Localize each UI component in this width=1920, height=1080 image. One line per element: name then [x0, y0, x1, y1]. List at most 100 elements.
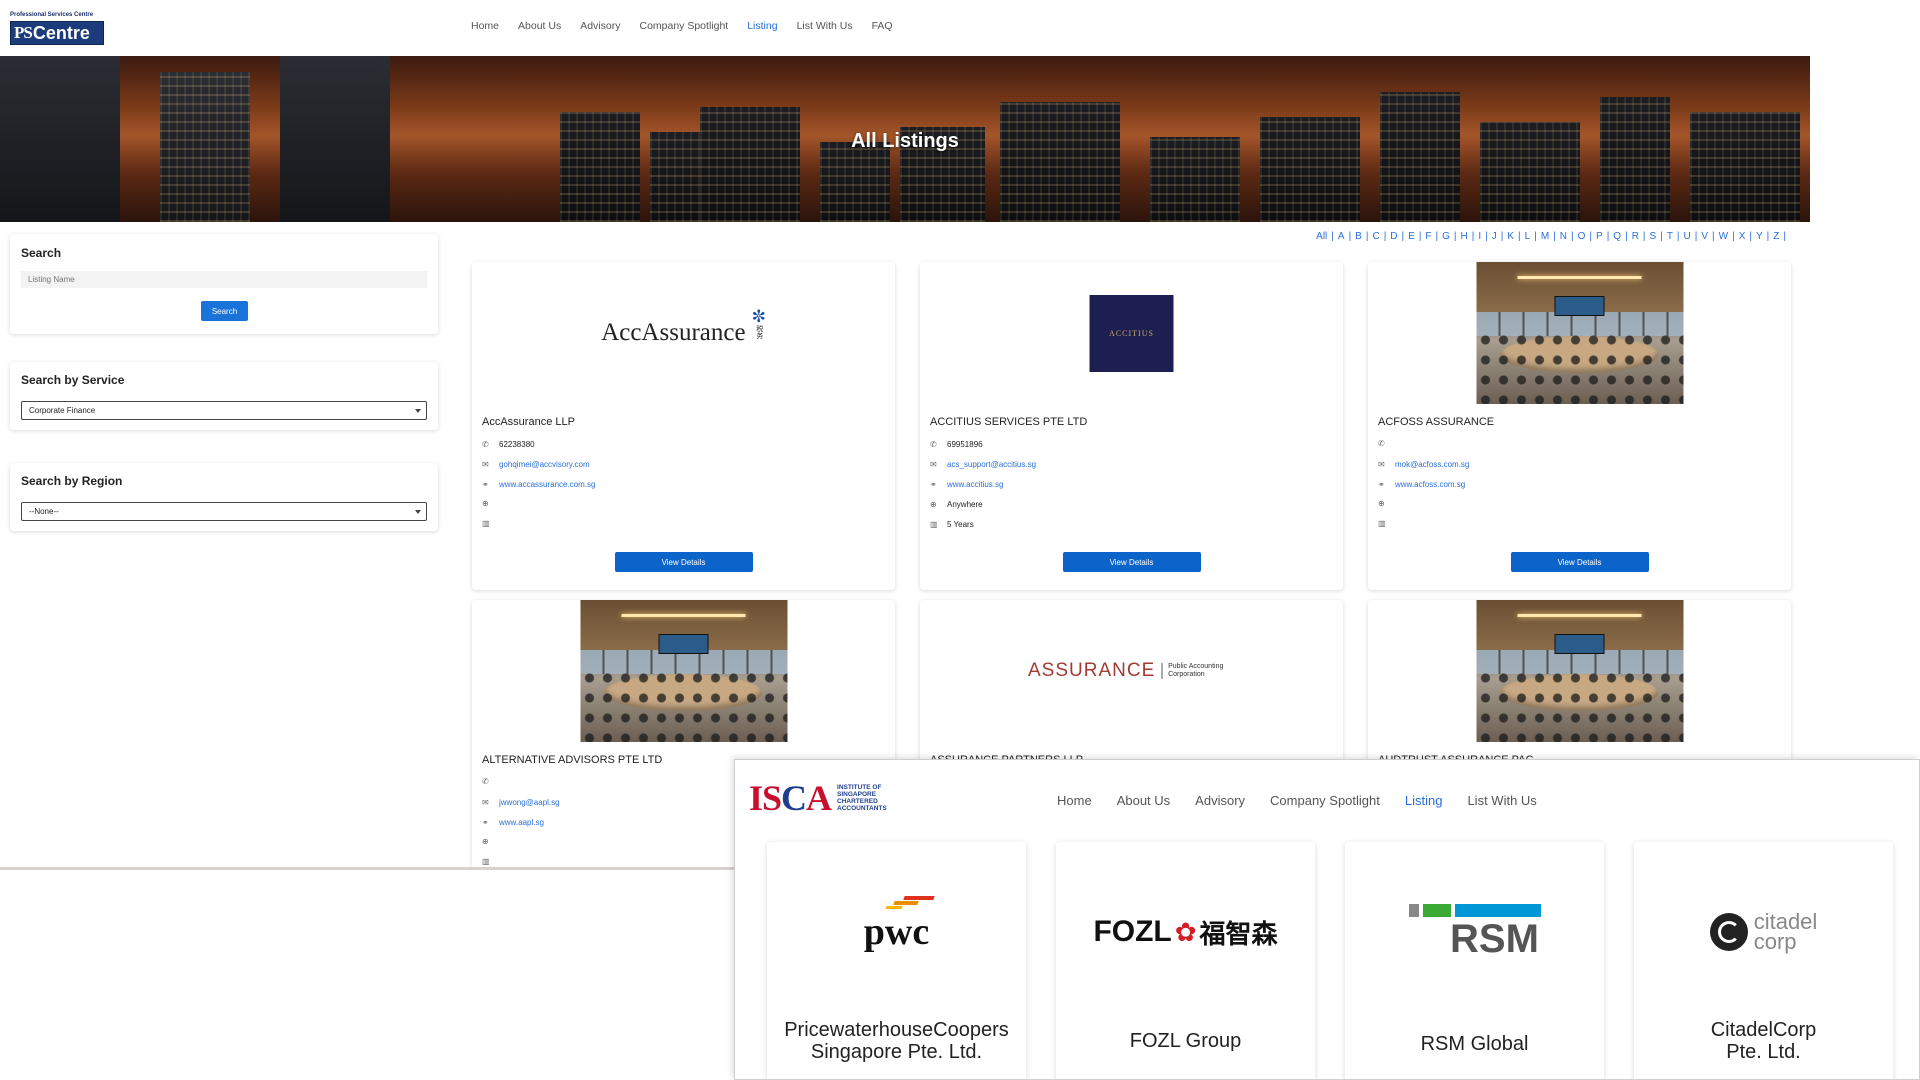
link-icon: ⚭ [930, 479, 937, 489]
nav-advisory[interactable]: Advisory [580, 20, 620, 32]
alpha-separator: | [1712, 231, 1715, 242]
isca-sub-line: SINGAPORE [837, 791, 877, 798]
listing-website[interactable]: www.acfoss.com.sg [1395, 480, 1465, 489]
isca-nav-company-spotlight[interactable]: Company Spotlight [1270, 793, 1380, 808]
meeting-room-image [1476, 262, 1683, 404]
listing-name: ACFOSS ASSURANCE [1378, 416, 1495, 428]
view-details-button[interactable]: View Details [614, 552, 753, 572]
isca-card-name: RSM Global [1420, 1033, 1529, 1055]
alpha-filter-k[interactable]: K [1507, 231, 1514, 242]
listing-website-row: ⚭ www.acfoss.com.sg [1378, 480, 1465, 489]
alpha-filter-l[interactable]: L [1525, 231, 1531, 242]
alpha-separator: | [1694, 231, 1698, 242]
ps-centre-logo[interactable]: Professional Services Centre PS Centre [10, 12, 106, 46]
globe-icon: ⊕ [482, 837, 489, 846]
alpha-filter-d[interactable]: D [1390, 231, 1397, 242]
accassurance-side-text: 税务 [755, 324, 763, 339]
alphabet-filter: All | A | B | C | D | E | F | G | H | I | J | K | L | M | N | O | P | Q | R |… [1316, 231, 1790, 242]
alpha-separator: | [1418, 231, 1422, 242]
pwc-logo-text: pwc [863, 911, 930, 953]
isca-listing-card[interactable]: citadel corp CitadelCorp Pte. Ltd. [1634, 842, 1893, 1079]
search-card-title: Search [21, 246, 62, 260]
alpha-filter-o[interactable]: O [1578, 231, 1586, 242]
isca-nav-advisory[interactable]: Advisory [1195, 793, 1245, 808]
alpha-separator: | [1518, 231, 1521, 242]
alpha-separator: | [1749, 231, 1752, 242]
alpha-filter-j[interactable]: J [1492, 231, 1497, 242]
isca-sub-line: INSTITUTE OF [837, 784, 882, 791]
isca-card-name: CitadelCorp Pte. Ltd. [1634, 1019, 1893, 1063]
service-filter-title: Search by Service [21, 373, 125, 387]
isca-listing-card[interactable]: FOZL ✿ 福智森 FOZL Group [1056, 842, 1315, 1079]
isca-logo[interactable]: ISCA INSTITUTE OF SINGAPORE CHARTERED AC… [749, 778, 887, 818]
listing-website[interactable]: www.accassurance.com.sg [499, 480, 595, 489]
region-filter-title: Search by Region [21, 474, 123, 488]
view-details-button[interactable]: View Details [1510, 552, 1649, 572]
alpha-filter-p[interactable]: P [1596, 231, 1603, 242]
alpha-filter-h[interactable]: H [1461, 231, 1468, 242]
top-navbar: Professional Services Centre PS Centre H… [0, 0, 1810, 56]
listing-email[interactable]: jwwong@aapl.sg [499, 798, 560, 807]
alpha-filter-e[interactable]: E [1408, 231, 1415, 242]
listing-website-row: ⚭ www.accassurance.com.sg [482, 480, 595, 489]
alpha-filter-a[interactable]: A [1338, 231, 1345, 242]
alpha-filter-u[interactable]: U [1684, 231, 1691, 242]
nav-company-spotlight[interactable]: Company Spotlight [639, 20, 728, 32]
alpha-filter-r[interactable]: R [1632, 231, 1639, 242]
skyline-building [1000, 102, 1120, 222]
alpha-filter-f[interactable]: F [1425, 231, 1431, 242]
phone-icon: ✆ [482, 439, 489, 449]
isca-listing-card[interactable]: pwc PricewaterhouseCoopers Singapore Pte… [767, 842, 1026, 1079]
alpha-separator: | [1783, 231, 1786, 242]
isca-listing-card[interactable]: RSM RSM Global [1345, 842, 1604, 1079]
alpha-filter-w[interactable]: W [1719, 231, 1728, 242]
nav-faq[interactable]: FAQ [872, 20, 893, 32]
alpha-separator: | [1606, 231, 1610, 242]
isca-nav-listing[interactable]: Listing [1405, 793, 1443, 808]
region-select[interactable]: --None-- [21, 502, 427, 521]
alpha-filter-v[interactable]: V [1701, 231, 1708, 242]
listing-website[interactable]: www.aapl.sg [499, 818, 544, 827]
alpha-filter-c[interactable]: C [1372, 231, 1379, 242]
listing-email[interactable]: acs_support@accitius.sg [947, 460, 1036, 469]
view-details-button[interactable]: View Details [1062, 552, 1201, 572]
alpha-filter-i[interactable]: I [1478, 231, 1481, 242]
isca-card-name-line2: Pte. Ltd. [1726, 1041, 1801, 1063]
nav-home[interactable]: Home [471, 20, 499, 32]
alpha-filter-all[interactable]: All [1316, 231, 1327, 242]
assurance-divider [1161, 663, 1163, 679]
email-icon: ✉ [482, 459, 489, 469]
alpha-filter-t[interactable]: T [1667, 231, 1673, 242]
nav-listing[interactable]: Listing [747, 20, 777, 32]
nav-list-with-us[interactable]: List With Us [797, 20, 853, 32]
listing-name-input[interactable] [21, 271, 427, 288]
service-select[interactable]: Corporate Finance [21, 401, 427, 420]
alpha-separator: | [1766, 231, 1770, 242]
alpha-filter-m[interactable]: M [1541, 231, 1549, 242]
alpha-filter-g[interactable]: G [1442, 231, 1450, 242]
alpha-filter-n[interactable]: N [1560, 231, 1567, 242]
alpha-filter-b[interactable]: B [1355, 231, 1362, 242]
listing-website[interactable]: www.accitius.sg [947, 480, 1003, 489]
listing-email[interactable]: mok@acfoss.com.sg [1395, 460, 1469, 469]
alpha-filter-y[interactable]: Y [1756, 231, 1763, 242]
alpha-filter-z[interactable]: Z [1773, 231, 1779, 242]
isca-card-name-line1: PricewaterhouseCoopers [784, 1019, 1009, 1041]
isca-nav-list-with-us[interactable]: List With Us [1467, 793, 1536, 808]
alpha-filter-x[interactable]: X [1739, 231, 1746, 242]
listing-card: AccAssurance ✼ 税务 AccAssurance LLP ✆ 6223… [472, 262, 895, 590]
listing-region-row: ⊕ Anywhere [930, 500, 983, 509]
alpha-filter-q[interactable]: Q [1613, 231, 1621, 242]
alpha-separator: | [1500, 231, 1504, 242]
search-button[interactable]: Search [201, 301, 248, 321]
listing-experience-row: ▥ [1378, 520, 1395, 528]
assurance-logo-sub: Public Accounting Corporation [1168, 663, 1224, 678]
snowflake-icon: ✼ [751, 306, 766, 326]
listing-name: ACCITIUS SERVICES PTE LTD [930, 416, 1088, 428]
nav-about-us[interactable]: About Us [518, 20, 561, 32]
isca-nav-home[interactable]: Home [1057, 793, 1092, 808]
listing-email[interactable]: gohqimei@accvisory.com [499, 460, 590, 469]
region-filter-card: Search by Region --None-- [10, 463, 438, 531]
isca-nav-about-us[interactable]: About Us [1117, 793, 1170, 808]
alpha-filter-s[interactable]: S [1650, 231, 1657, 242]
